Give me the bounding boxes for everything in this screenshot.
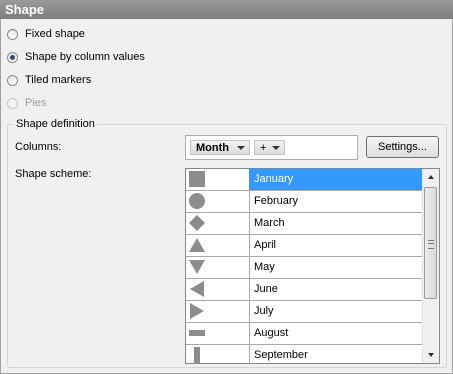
vertical-scrollbar[interactable] <box>422 169 439 363</box>
settings-button[interactable]: Settings... <box>366 136 439 158</box>
list-item-label: July <box>254 305 274 317</box>
list-item[interactable]: August <box>186 323 422 345</box>
radio-pies <box>7 97 18 109</box>
option-label: Tiled markers <box>25 74 92 86</box>
square-icon <box>189 171 205 187</box>
add-chip-label: + <box>260 141 267 154</box>
list-item[interactable]: February <box>186 191 422 213</box>
list-item-label: January <box>254 173 294 185</box>
list-item-label: April <box>254 239 277 251</box>
radio-shape-by-column-values[interactable] <box>7 51 18 63</box>
option-label: Fixed shape <box>25 28 85 40</box>
triangle-up-icon <box>189 238 205 252</box>
group-title: Shape definition <box>14 118 97 131</box>
shape-scheme-list[interactable]: January February March April May June Ju… <box>185 168 440 364</box>
option-shape-by-column-values[interactable]: Shape by column values <box>7 49 145 65</box>
circle-icon <box>189 193 205 209</box>
horizontal-bar-icon <box>189 330 205 336</box>
option-pies: Pies <box>7 95 46 111</box>
shape-scheme-label: Shape scheme: <box>15 168 92 180</box>
columns-selector: Month + <box>185 135 358 160</box>
triangle-right-icon <box>190 303 204 319</box>
radio-fixed-shape[interactable] <box>7 28 18 40</box>
triangle-down-icon <box>189 260 205 274</box>
radio-tiled-markers[interactable] <box>7 74 18 86</box>
list-item[interactable]: July <box>186 301 422 323</box>
column-chip-month[interactable]: Month <box>190 140 250 155</box>
shape-cell <box>186 301 250 322</box>
scroll-down-button[interactable] <box>423 346 439 363</box>
shape-cell <box>186 345 250 363</box>
chevron-up-icon <box>428 175 434 179</box>
list-item-label: June <box>254 283 278 295</box>
shape-cell <box>186 213 250 234</box>
shape-cell <box>186 257 250 278</box>
list-item-label: May <box>254 261 275 273</box>
chevron-down-icon <box>272 146 280 150</box>
chevron-down-icon <box>237 146 245 150</box>
diamond-icon <box>189 215 205 231</box>
shape-cell <box>186 235 250 256</box>
option-label: Pies <box>25 97 47 109</box>
list-item-label: February <box>254 195 299 207</box>
list-item[interactable]: January <box>186 169 422 191</box>
triangle-left-icon <box>190 281 204 297</box>
shape-cell <box>186 279 250 300</box>
shape-cell <box>186 191 250 212</box>
columns-label: Columns: <box>15 141 62 153</box>
add-column-chip[interactable]: + <box>254 140 285 155</box>
option-tiled-markers[interactable]: Tiled markers <box>7 72 91 88</box>
panel-title: Shape <box>0 0 453 19</box>
list-item[interactable]: June <box>186 279 422 301</box>
list-item-label: September <box>254 349 308 361</box>
chevron-down-icon <box>428 353 434 357</box>
scroll-up-button[interactable] <box>423 169 439 186</box>
column-chip-label: Month <box>196 141 229 154</box>
scrollbar-thumb[interactable] <box>424 187 437 299</box>
list-item[interactable]: April <box>186 235 422 257</box>
vertical-bar-icon <box>194 347 200 363</box>
option-label: Shape by column values <box>25 51 145 63</box>
list-item[interactable]: May <box>186 257 422 279</box>
shape-cell <box>186 169 250 190</box>
shape-cell <box>186 323 250 344</box>
grip-icon <box>428 240 434 249</box>
list-item-label: August <box>254 327 289 339</box>
list-item[interactable]: September <box>186 345 422 363</box>
option-fixed-shape[interactable]: Fixed shape <box>7 26 85 42</box>
list-item[interactable]: March <box>186 213 422 235</box>
list-item-label: March <box>254 217 285 229</box>
